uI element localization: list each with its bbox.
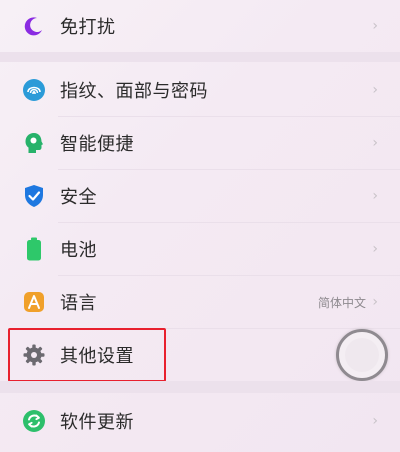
floating-assistive-button[interactable] [336,329,388,381]
shield-check-icon [22,184,46,208]
settings-item-label: 免打扰 [60,17,116,38]
chevron-right-icon: › [372,135,378,151]
settings-item-language[interactable]: 语言 简体中文 › [0,276,400,328]
settings-screen: 免打扰 › 指纹、面部与密码 › 智能便捷 › 安全 › 电池 › 语言 简体中… [0,0,400,452]
smart-head-icon [22,131,46,155]
settings-item-label: 软件更新 [60,412,134,433]
settings-item-label: 指纹、面部与密码 [60,81,208,102]
settings-item-do-not-disturb[interactable]: 免打扰 › [0,0,400,52]
moon-icon [22,14,46,38]
battery-icon [22,237,46,261]
settings-item-fingerprint-face-password[interactable]: 指纹、面部与密码 › [0,64,400,116]
settings-item-label: 安全 [60,187,97,208]
settings-item-battery[interactable]: 电池 › [0,223,400,275]
fingerprint-icon [22,78,46,102]
settings-item-label: 语言 [60,293,97,314]
settings-item-software-update[interactable]: 软件更新 › [0,395,400,447]
chevron-right-icon: › [372,18,378,34]
chevron-right-icon: › [372,294,378,310]
settings-item-smart-shortcuts[interactable]: 智能便捷 › [0,117,400,169]
settings-item-security[interactable]: 安全 › [0,170,400,222]
update-icon [22,409,46,433]
language-icon [22,290,46,314]
settings-item-label: 电池 [60,240,97,261]
section-divider [0,52,400,62]
language-value: 简体中文 [317,295,366,310]
settings-item-label: 智能便捷 [60,134,134,155]
section-divider [0,381,400,393]
chevron-right-icon: › [372,82,378,98]
chevron-right-icon: › [372,413,378,429]
highlight-box [8,328,166,382]
chevron-right-icon: › [372,188,378,204]
chevron-right-icon: › [372,241,378,257]
